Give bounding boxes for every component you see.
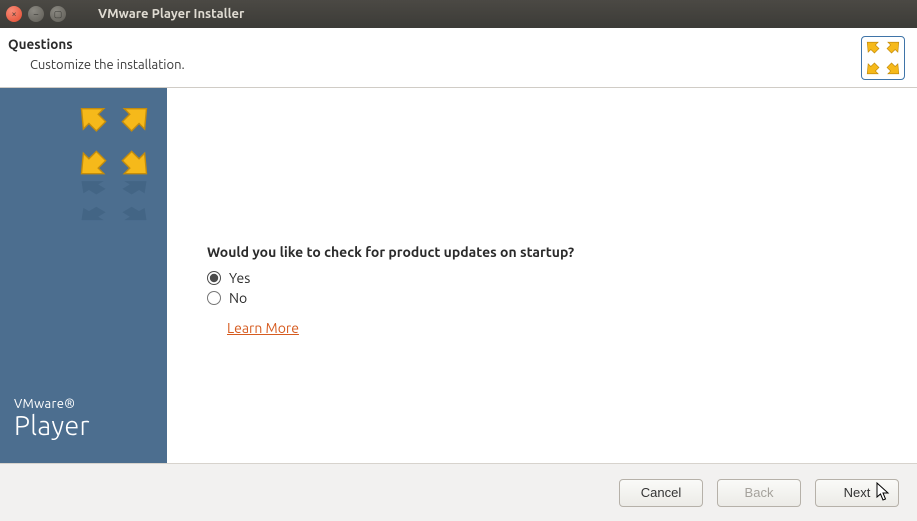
maximize-icon[interactable]: ▢ [50,6,66,22]
learn-more-link[interactable]: Learn More [227,320,299,336]
content-area: Would you like to check for product upda… [167,88,917,463]
wizard-header: Questions Customize the installation. [0,28,917,88]
back-button[interactable]: Back [717,479,801,507]
option-no-label: No [229,290,247,306]
option-yes-label: Yes [229,270,250,286]
question-text: Would you like to check for product upda… [207,244,917,260]
option-no[interactable]: No [207,288,247,308]
radio-no[interactable] [207,291,221,305]
header-title: Questions [8,36,861,52]
radio-yes[interactable] [207,271,221,285]
minimize-icon[interactable]: – [28,6,44,22]
header-subtitle: Customize the installation. [30,58,861,72]
brand-block: VMware® Player [14,397,153,441]
brand-small: VMware® [14,397,153,411]
radio-group: Yes No [207,268,917,308]
vmware-logo-icon [14,104,153,238]
titlebar: × – ▢ VMware Player Installer [0,0,917,28]
side-panel: VMware® Player [0,88,167,463]
option-yes[interactable]: Yes [207,268,250,288]
vmware-arrows-icon [861,36,905,80]
wizard-body: VMware® Player Would you like to check f… [0,88,917,463]
window-title: VMware Player Installer [98,7,244,21]
next-button[interactable]: Next [815,479,899,507]
wizard-footer: Cancel Back Next [0,463,917,521]
close-icon[interactable]: × [6,6,22,22]
brand-large: Player [14,411,153,441]
cancel-button[interactable]: Cancel [619,479,703,507]
